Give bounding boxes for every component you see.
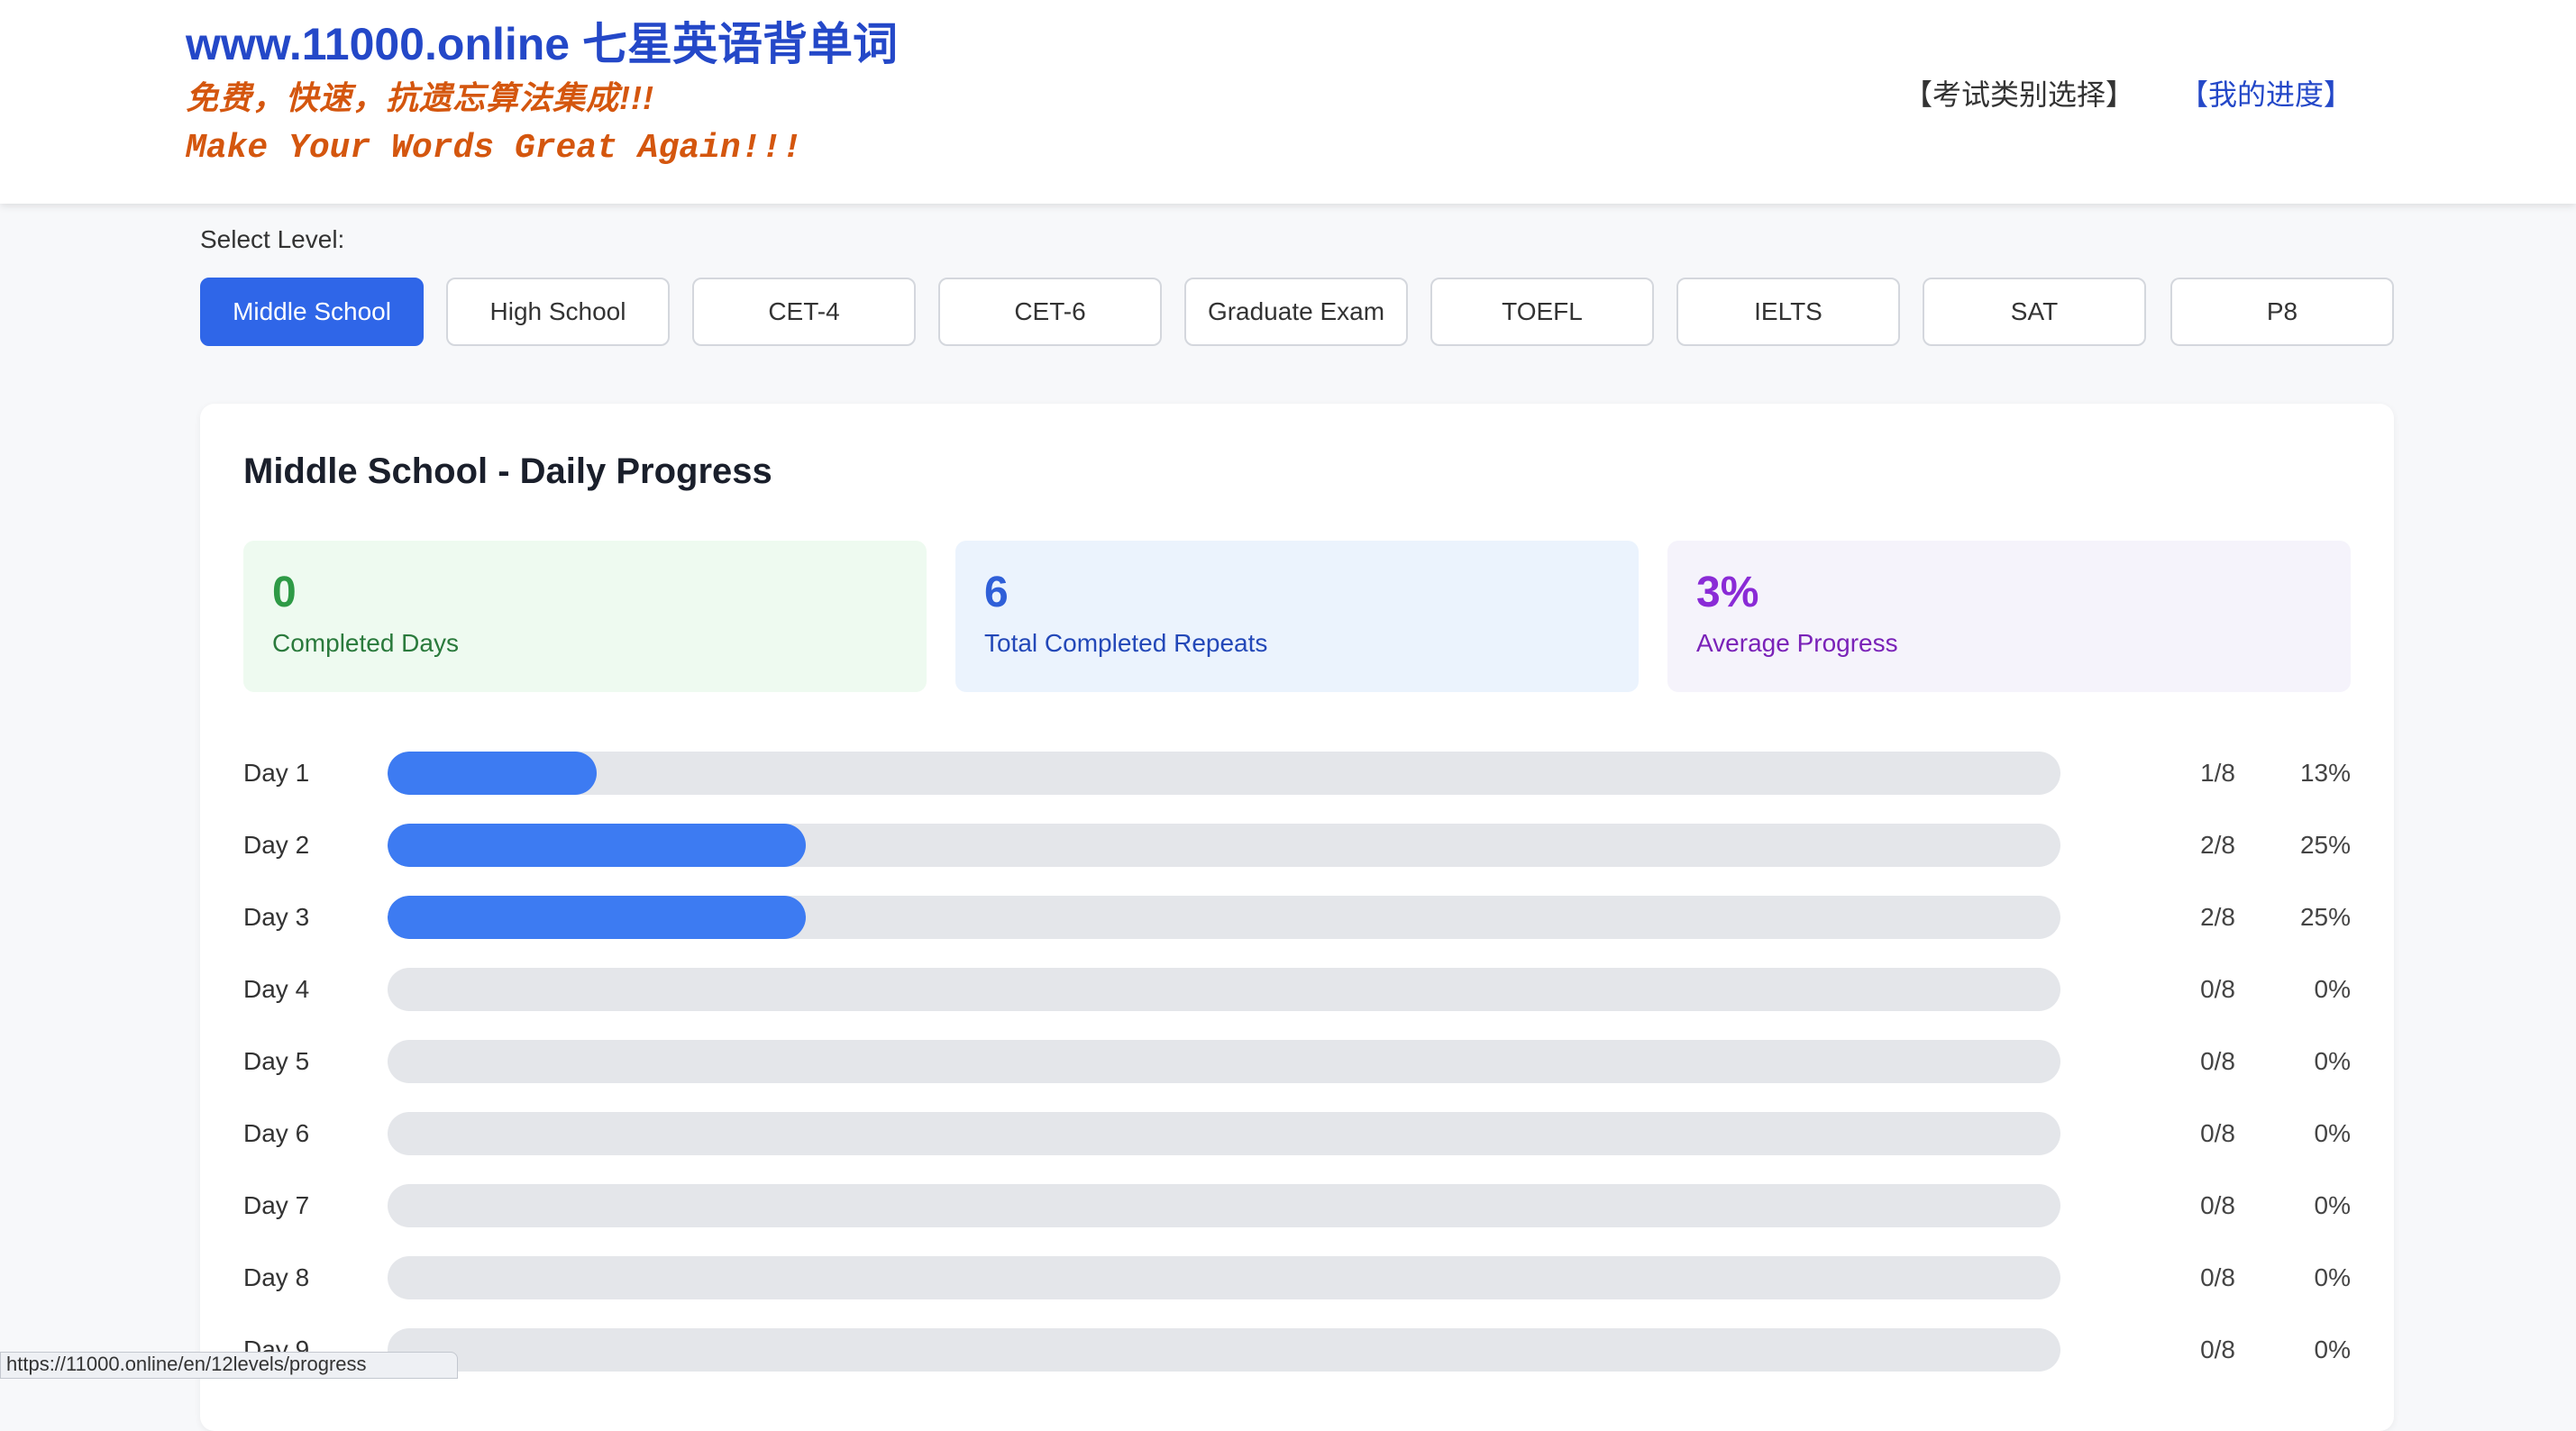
slogan-chinese: 免费，快速，抗遗忘算法集成!!! (186, 79, 654, 116)
day-count: 0/8 (2200, 1335, 2235, 1363)
day-row: Day 1 1/8 13% (200, 752, 2394, 824)
stat-total-repeats: 6 Total Completed Repeats (955, 541, 1639, 692)
day-label: Day 5 (243, 1047, 310, 1075)
nav-my-progress-link[interactable]: 【我的进度】 (2179, 74, 2352, 115)
day-count: 0/8 (2200, 1263, 2235, 1291)
level-button-group: Middle School High School CET-4 CET-6 Gr… (200, 278, 2394, 346)
progress-bar-fill (388, 896, 806, 939)
level-button-toefl[interactable]: TOEFL (1430, 278, 1654, 346)
stat-completed-days-label: Completed Days (272, 629, 459, 657)
progress-bar-track (388, 752, 2060, 795)
stat-average-progress: 3% Average Progress (1667, 541, 2351, 692)
stat-total-repeats-label: Total Completed Repeats (984, 629, 1268, 657)
level-button-graduate-exam[interactable]: Graduate Exam (1184, 278, 1408, 346)
stat-total-repeats-value: 6 (984, 569, 1009, 616)
day-percent: 25% (2299, 903, 2351, 931)
browser-status-bar: https://11000.online/en/12levels/progres… (0, 1352, 458, 1379)
day-row: Day 6 0/8 0% (200, 1112, 2394, 1184)
stat-completed-days: 0 Completed Days (243, 541, 927, 692)
slogan-english: Make Your Words Great Again!!! (186, 129, 803, 168)
day-row: Day 7 0/8 0% (200, 1184, 2394, 1256)
progress-bar-fill (388, 752, 597, 795)
day-label: Day 8 (243, 1263, 310, 1291)
level-button-cet-6[interactable]: CET-6 (938, 278, 1162, 346)
day-label: Day 3 (243, 903, 310, 931)
day-label: Day 7 (243, 1191, 310, 1219)
progress-bar-track (388, 1256, 2060, 1299)
day-row: Day 3 2/8 25% (200, 896, 2394, 968)
day-percent: 13% (2299, 759, 2351, 787)
progress-bar-track (388, 968, 2060, 1011)
day-label: Day 4 (243, 975, 310, 1003)
select-level-label: Select Level: (200, 225, 345, 253)
day-percent: 0% (2314, 1047, 2351, 1075)
day-count: 0/8 (2200, 975, 2235, 1003)
level-button-sat[interactable]: SAT (1923, 278, 2146, 346)
day-label: Day 1 (243, 759, 310, 787)
day-row: Day 8 0/8 0% (200, 1256, 2394, 1328)
progress-bar-track (388, 1328, 2060, 1372)
stat-average-progress-label: Average Progress (1696, 629, 1898, 657)
day-row: Day 2 2/8 25% (200, 824, 2394, 896)
day-label: Day 2 (243, 831, 310, 859)
day-row: Day 9 0/8 0% (200, 1328, 2394, 1400)
level-button-cet-4[interactable]: CET-4 (692, 278, 916, 346)
nav-exam-select-link[interactable]: 【考试类别选择】 (1904, 74, 2134, 115)
stat-average-progress-value: 3% (1696, 569, 1759, 616)
day-percent: 0% (2314, 1191, 2351, 1219)
progress-bar-track (388, 1184, 2060, 1227)
progress-bar-fill (388, 824, 806, 867)
day-count: 0/8 (2200, 1191, 2235, 1219)
progress-title: Middle School - Daily Progress (243, 451, 772, 491)
level-button-middle-school[interactable]: Middle School (200, 278, 424, 346)
day-count: 0/8 (2200, 1047, 2235, 1075)
day-count: 2/8 (2200, 831, 2235, 859)
day-percent: 0% (2314, 1335, 2351, 1363)
day-progress-list: Day 1 1/8 13% Day 2 2/8 25% Day 3 2/8 25… (200, 752, 2394, 1400)
day-percent: 0% (2314, 1119, 2351, 1147)
progress-bar-track (388, 1040, 2060, 1083)
day-label: Day 6 (243, 1119, 310, 1147)
stat-completed-days-value: 0 (272, 569, 297, 616)
site-header: www.11000.online 七星英语背单词 免费，快速，抗遗忘算法集成!!… (0, 0, 2576, 204)
day-count: 2/8 (2200, 903, 2235, 931)
level-button-high-school[interactable]: High School (446, 278, 670, 346)
level-button-p8[interactable]: P8 (2170, 278, 2394, 346)
day-percent: 0% (2314, 1263, 2351, 1291)
day-count: 0/8 (2200, 1119, 2235, 1147)
progress-bar-track (388, 896, 2060, 939)
day-row: Day 4 0/8 0% (200, 968, 2394, 1040)
progress-bar-track (388, 824, 2060, 867)
level-button-ielts[interactable]: IELTS (1676, 278, 1900, 346)
day-row: Day 5 0/8 0% (200, 1040, 2394, 1112)
site-title[interactable]: www.11000.online 七星英语背单词 (186, 16, 898, 72)
progress-bar-track (388, 1112, 2060, 1155)
day-percent: 0% (2314, 975, 2351, 1003)
daily-progress-card: Middle School - Daily Progress 0 Complet… (200, 404, 2394, 1431)
day-percent: 25% (2299, 831, 2351, 859)
day-count: 1/8 (2200, 759, 2235, 787)
